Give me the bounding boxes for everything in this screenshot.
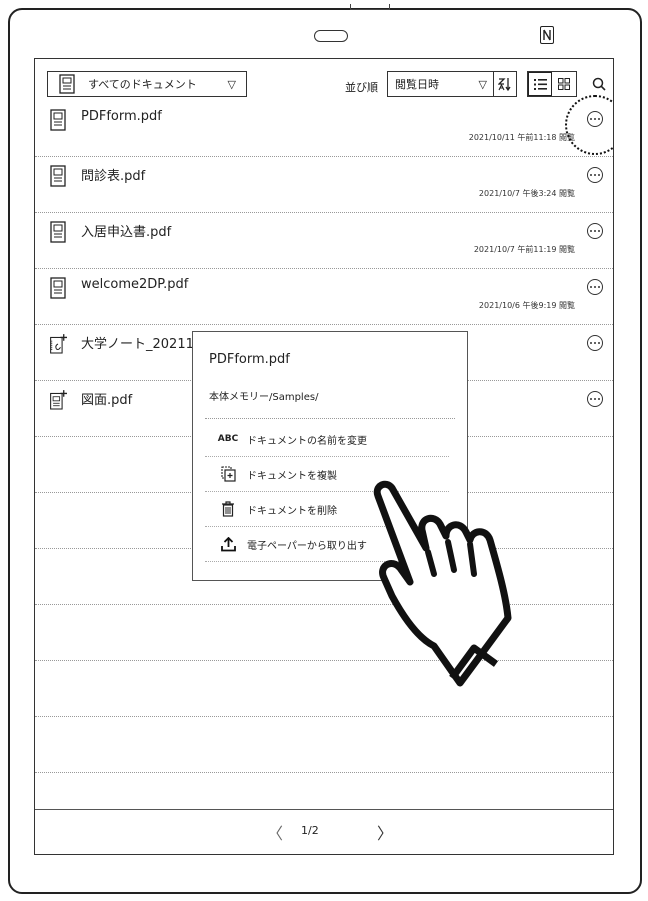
device-top-button bbox=[350, 4, 390, 10]
trash-icon bbox=[219, 500, 237, 518]
export-icon bbox=[219, 535, 237, 553]
more-options-icon[interactable] bbox=[587, 335, 603, 351]
pdf-file-icon bbox=[50, 221, 66, 243]
sort-value: 閲覧日時 bbox=[395, 78, 439, 91]
grid-icon bbox=[558, 78, 571, 90]
popup-path: 本体メモリー/Samples/ bbox=[209, 392, 319, 403]
menu-item-rename[interactable]: ABC ドキュメントの名前を変更 bbox=[205, 422, 449, 457]
file-name: 問診表.pdf bbox=[81, 169, 146, 184]
file-row[interactable]: PDFform.pdf 2021/10/11 午前11:18 閲覧 bbox=[35, 101, 613, 157]
empty-row bbox=[35, 661, 613, 717]
menu-item-label: ドキュメントを削除 bbox=[247, 505, 337, 517]
sort-dropdown[interactable]: 閲覧日時 ▽ bbox=[387, 71, 517, 97]
file-viewed-date: 2021/10/11 午前11:18 閲覧 bbox=[468, 133, 575, 142]
new-pdf-file-icon bbox=[50, 390, 67, 410]
pdf-file-icon bbox=[50, 277, 66, 299]
chevron-left-icon[interactable]: 〈 bbox=[267, 820, 283, 844]
file-row[interactable]: 入居申込書.pdf 2021/10/7 午前11:19 閲覧 bbox=[35, 213, 613, 269]
duplicate-icon bbox=[219, 465, 237, 483]
more-options-icon[interactable] bbox=[587, 167, 603, 183]
document-icon bbox=[59, 74, 75, 94]
file-name: welcome2DP.pdf bbox=[81, 277, 189, 292]
more-options-icon[interactable] bbox=[587, 279, 603, 295]
sort-order-button[interactable] bbox=[493, 72, 516, 96]
device-speaker bbox=[314, 30, 348, 42]
document-filter-dropdown[interactable]: すべてのドキュメント ▽ bbox=[47, 71, 247, 97]
view-mode-toggle bbox=[527, 71, 577, 97]
notebook-file-icon bbox=[50, 334, 67, 354]
empty-row bbox=[35, 605, 613, 661]
page-indicator: 1/2 bbox=[301, 824, 319, 837]
rename-icon: ABC bbox=[217, 434, 239, 444]
grid-view-button[interactable] bbox=[552, 72, 576, 96]
file-name: 入居申込書.pdf bbox=[81, 225, 172, 240]
document-filter-label: すべてのドキュメント bbox=[88, 78, 197, 91]
menu-item-label: ドキュメントを複製 bbox=[247, 470, 337, 482]
chevron-right-icon[interactable]: 〉 bbox=[377, 820, 393, 844]
file-name: PDFform.pdf bbox=[81, 109, 162, 124]
more-options-icon[interactable] bbox=[587, 391, 603, 407]
file-viewed-date: 2021/10/7 午前11:19 閲覧 bbox=[473, 245, 575, 254]
menu-item-label: ドキュメントの名前を変更 bbox=[247, 435, 367, 447]
pdf-file-icon bbox=[50, 109, 66, 131]
pagination: 〈 1/2 〉 bbox=[35, 809, 613, 854]
divider bbox=[205, 418, 455, 419]
pdf-file-icon bbox=[50, 165, 66, 187]
popup-title: PDFform.pdf bbox=[209, 352, 290, 367]
nfc-icon bbox=[540, 26, 554, 44]
sort-order-icon bbox=[498, 78, 511, 91]
file-name: 大学ノート_20211 bbox=[81, 337, 194, 352]
pointing-hand-icon bbox=[373, 480, 512, 687]
sort-label: 並び順 bbox=[345, 81, 378, 94]
file-row[interactable]: 問診表.pdf 2021/10/7 午後3:24 閲覧 bbox=[35, 157, 613, 213]
chevron-down-icon: ▽ bbox=[478, 77, 487, 91]
file-name: 図面.pdf bbox=[81, 393, 133, 408]
empty-row bbox=[35, 717, 613, 773]
list-icon bbox=[533, 78, 547, 90]
chevron-down-icon: ▽ bbox=[227, 77, 236, 91]
file-row[interactable]: welcome2DP.pdf 2021/10/6 午後9:19 閲覧 bbox=[35, 269, 613, 325]
search-icon[interactable] bbox=[591, 76, 607, 92]
file-viewed-date: 2021/10/7 午後3:24 閲覧 bbox=[478, 189, 575, 198]
screen: すべてのドキュメント ▽ 並び順 閲覧日時 ▽ PDFform.pdf 2021… bbox=[34, 58, 614, 855]
more-options-icon[interactable] bbox=[587, 223, 603, 239]
file-viewed-date: 2021/10/6 午後9:19 閲覧 bbox=[478, 301, 575, 310]
list-view-button[interactable] bbox=[528, 72, 553, 96]
